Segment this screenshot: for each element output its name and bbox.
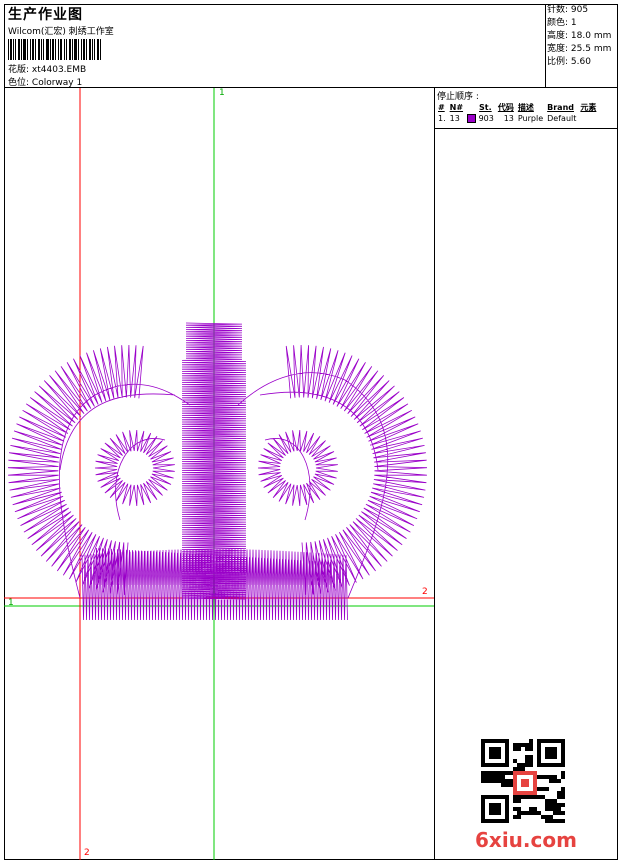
stats-panel: 针数: 905 颜色: 1 高度: 18.0 mm 宽度: 25.5 mm 比例…	[547, 4, 611, 69]
column-header: 代码	[497, 102, 514, 112]
barcode	[8, 39, 101, 60]
stats-divider	[545, 4, 546, 88]
row-code: 13	[503, 114, 514, 123]
design-name: xt4403.EMB	[31, 65, 87, 75]
design-canvas	[4, 88, 434, 860]
stat-stitches: 针数: 905	[547, 5, 589, 15]
stat-width: 宽度: 25.5 mm	[547, 44, 612, 54]
company-name: Wilcom(汇宏) 刺绣工作室	[8, 27, 114, 37]
table-row: 1. 13 903 13 Purple Default	[436, 113, 598, 124]
column-header: St.	[479, 102, 492, 112]
row-needle: 13	[449, 114, 460, 123]
crown-stitches	[7, 322, 428, 621]
row-brand: Default	[547, 114, 577, 123]
column-header: N#	[449, 102, 464, 112]
stat-scale: 比例: 5.60	[547, 57, 591, 67]
colorway-label: 色位	[8, 78, 27, 88]
row-description: Purple	[517, 114, 544, 123]
row-element	[578, 113, 598, 124]
crown-embroidery	[7, 322, 428, 621]
design-row: 花版: xt4403.EMB	[8, 65, 87, 75]
table-header-row: # N# St. 代码 描述 Brand 元素	[436, 101, 598, 113]
colorway-row: 色位: Colorway 1	[8, 78, 83, 88]
color-swatch	[467, 114, 477, 123]
green-vertical-label: 1	[219, 88, 225, 98]
column-header: Brand	[547, 102, 575, 112]
red-vertical-label: 2	[84, 848, 90, 858]
watermark-logo: 6xiu.com	[475, 828, 577, 852]
column-header: #	[438, 102, 445, 112]
red-horizontal-label: 2	[422, 587, 428, 597]
stop-sequence-table: # N# St. 代码 描述 Brand 元素 1. 13 903 13 Pur…	[436, 101, 598, 124]
design-label: 花版	[8, 65, 27, 75]
row-stitches: 903	[465, 113, 496, 124]
stat-colors: 颜色: 1	[547, 18, 577, 28]
column-header: 元素	[580, 102, 597, 112]
colorway-name: Colorway 1	[31, 78, 83, 88]
green-horizontal-label: 1	[8, 598, 14, 608]
qr-code	[481, 739, 565, 823]
stops-divider	[434, 128, 618, 129]
page-title: 生产作业图	[8, 7, 83, 23]
stat-height: 高度: 18.0 mm	[547, 31, 612, 41]
column-header: 描述	[517, 102, 534, 112]
row-number: 1.	[438, 114, 446, 123]
sidebar-divider	[434, 87, 435, 860]
